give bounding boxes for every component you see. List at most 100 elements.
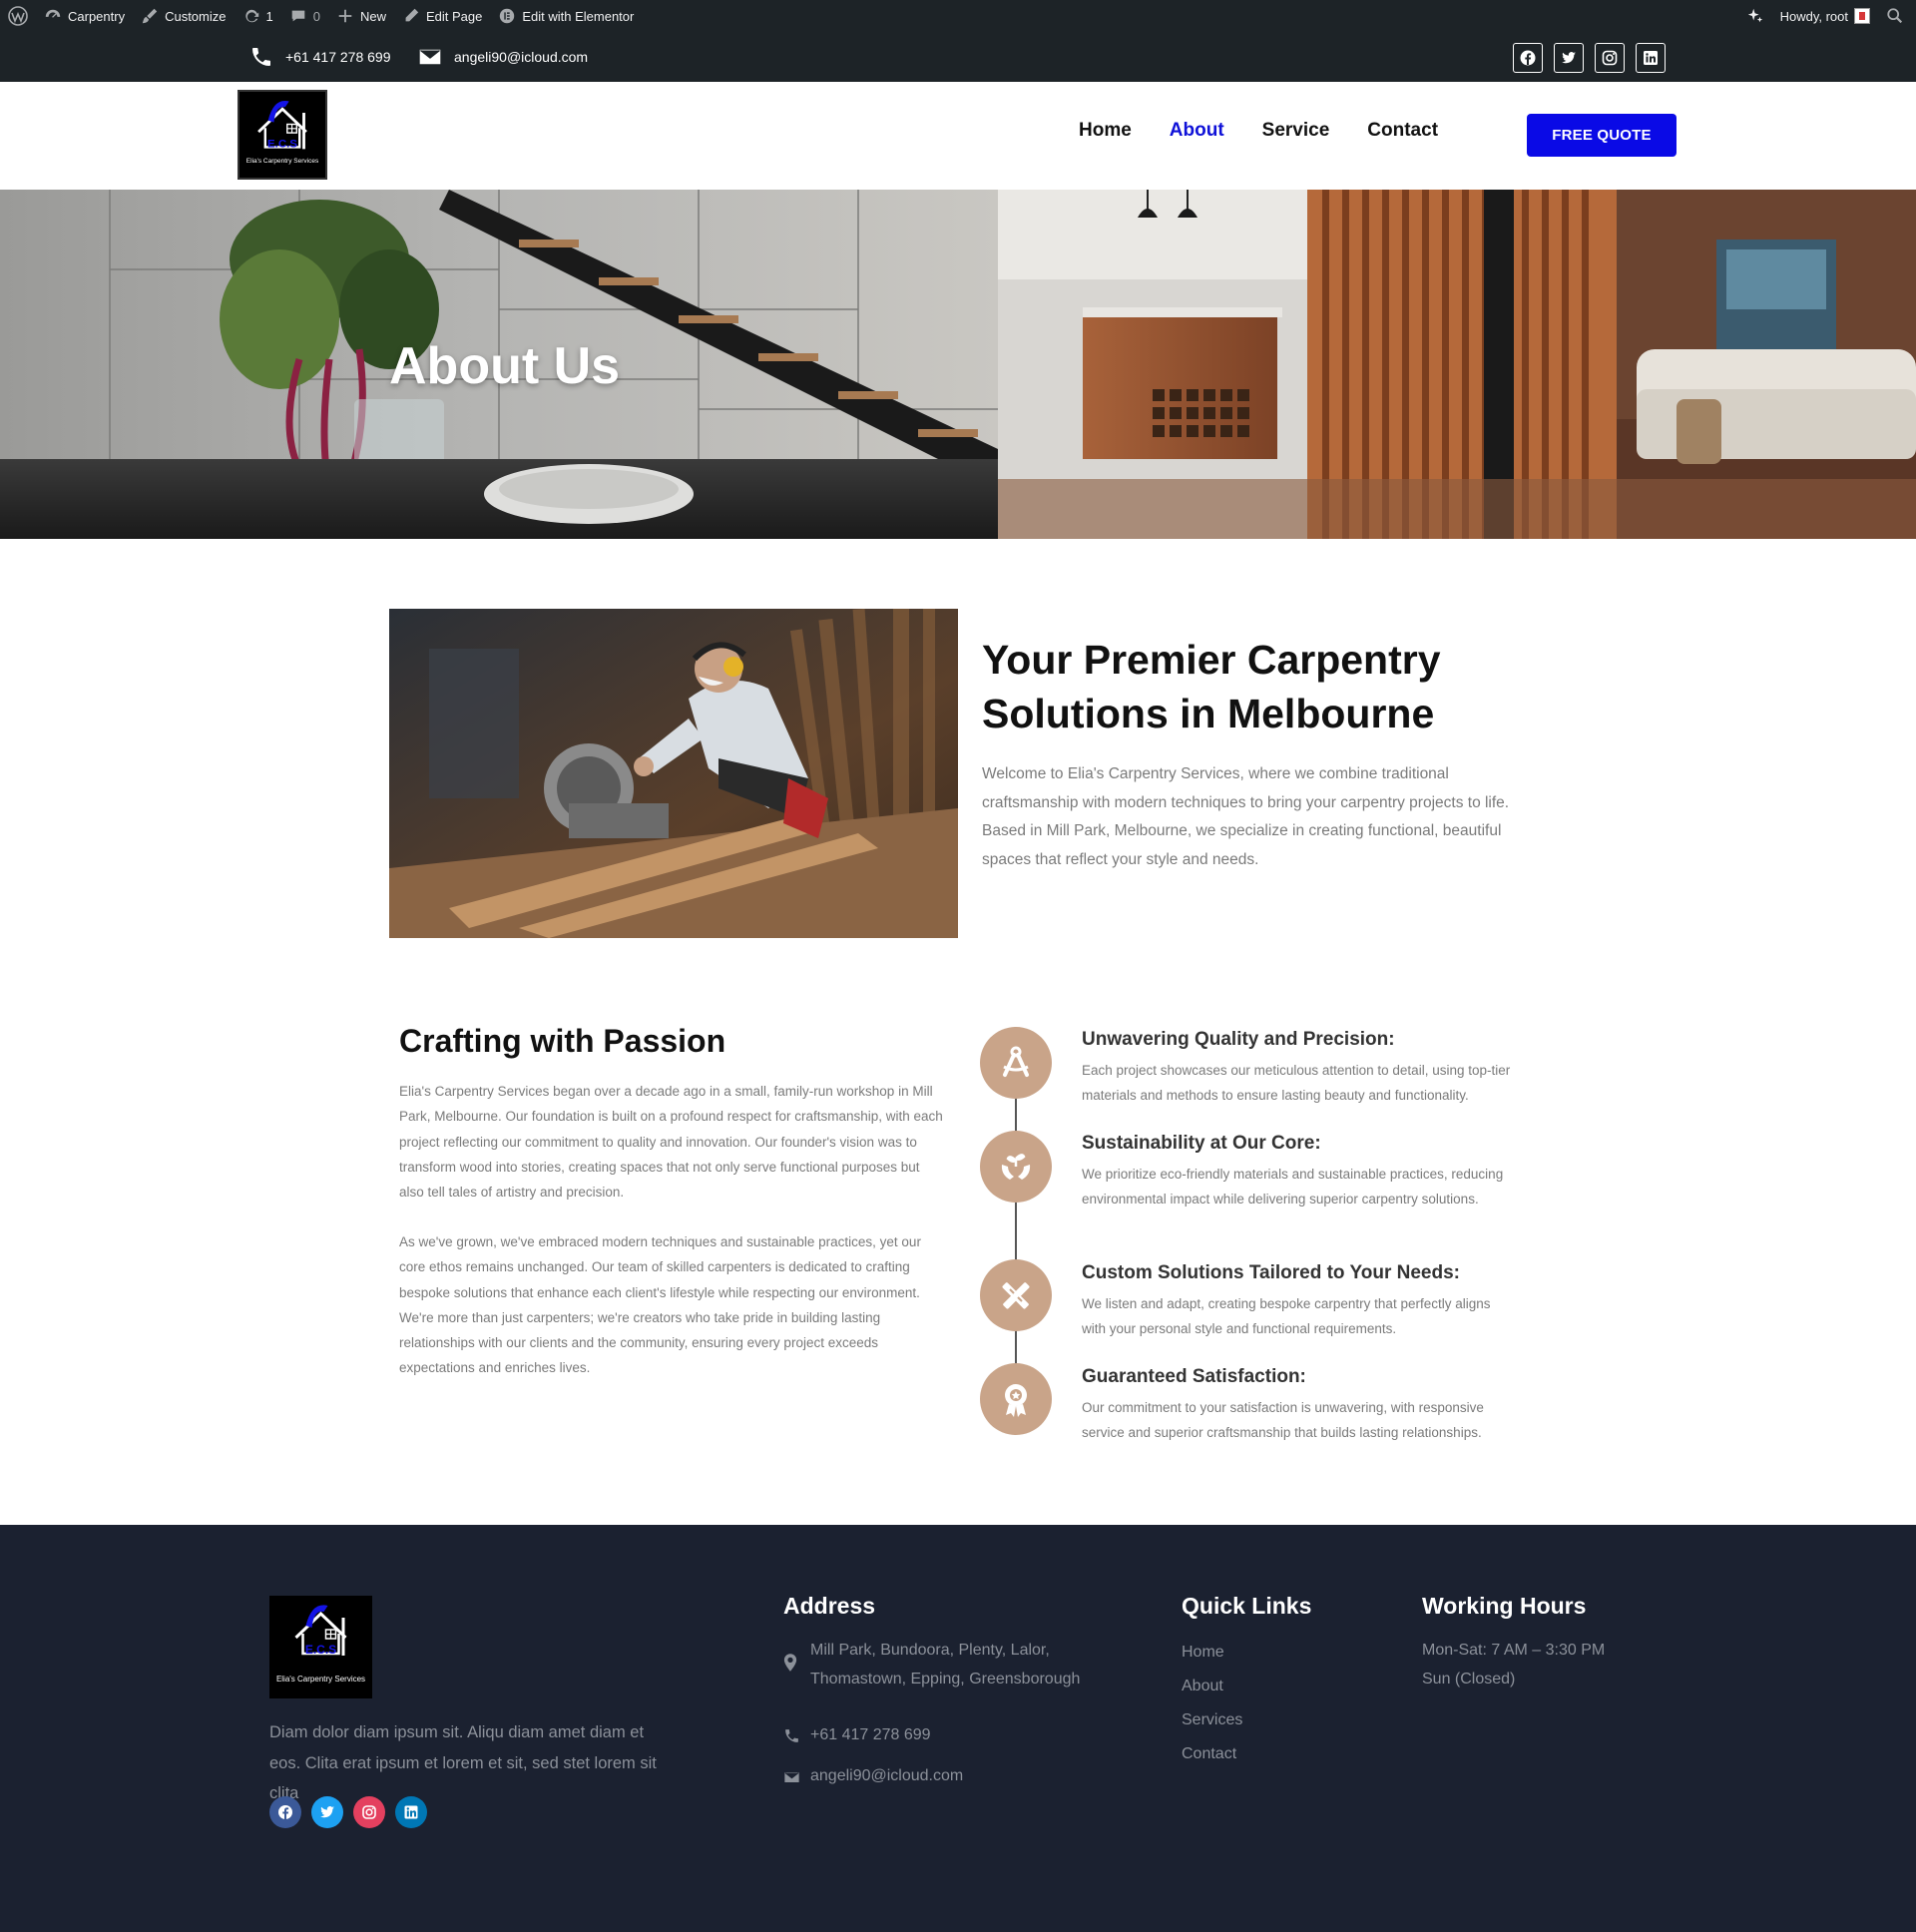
- passion-paragraph-1: Elia's Carpentry Services began over a d…: [399, 1084, 943, 1201]
- hands-seedling-icon: [980, 1131, 1052, 1203]
- footer-link-contact[interactable]: Contact: [1182, 1745, 1236, 1763]
- footer-address-text: Mill Park, Bundoora, Plenty, Lalor, Thom…: [810, 1642, 1081, 1688]
- site-footer: E.C.S Elia's Carpentry Services Diam dol…: [0, 1525, 1916, 1932]
- intro-heading: Your Premier Carpentry Solutions in Melb…: [982, 637, 1441, 736]
- hero-banner: About Us: [0, 190, 1916, 539]
- house-hammer-logo-icon: E.C.S: [294, 1605, 347, 1657]
- topbar-socials: [1513, 43, 1666, 73]
- plus-icon: [338, 9, 352, 23]
- admin-customize[interactable]: Customize: [133, 0, 234, 32]
- elementor-icon: [500, 8, 515, 24]
- footer-logo[interactable]: E.C.S Elia's Carpentry Services: [269, 1596, 372, 1698]
- phone-icon: [785, 1729, 798, 1742]
- phone-icon: [252, 48, 270, 66]
- nav-home[interactable]: Home: [1079, 120, 1132, 142]
- admin-site-name[interactable]: Carpentry: [36, 0, 133, 32]
- admin-account[interactable]: Howdy, root: [1772, 0, 1878, 32]
- nav-contact[interactable]: Contact: [1367, 120, 1438, 142]
- admin-comments[interactable]: 0: [281, 0, 328, 32]
- award-medal-icon: [980, 1363, 1052, 1435]
- dashboard-icon: [45, 9, 61, 18]
- footer-link-home[interactable]: Home: [1182, 1644, 1224, 1662]
- site-header: E.C.S Elia's Carpentry Services Home Abo…: [0, 82, 1916, 190]
- comment-icon: [291, 10, 305, 22]
- passion-heading: Crafting with Passion: [399, 1023, 726, 1059]
- facebook-icon[interactable]: [1513, 43, 1543, 73]
- pencil-icon: [405, 8, 419, 22]
- admin-bar: Carpentry Customize 1 0 New Edit Page Ed…: [0, 0, 1916, 32]
- footer-hours-sunday: Sun (Closed): [1422, 1671, 1516, 1688]
- avatar: [1854, 8, 1870, 24]
- footer-hours-weekday: Mon-Sat: 7 AM – 3:30 PM: [1422, 1642, 1606, 1659]
- site-logo[interactable]: E.C.S Elia's Carpentry Services: [238, 90, 327, 180]
- footer-linkedin-icon[interactable]: [395, 1796, 427, 1828]
- main-nav: Home About Service Contact: [1079, 120, 1438, 142]
- topbar-phone[interactable]: +61 417 278 699: [249, 32, 391, 82]
- admin-edit-elementor[interactable]: Edit with Elementor: [490, 0, 642, 32]
- map-marker-icon: [783, 1654, 797, 1672]
- house-hammer-logo-icon: E.C.S: [257, 101, 307, 150]
- footer-email-text: angeli90@icloud.com: [810, 1767, 964, 1784]
- admin-updates[interactable]: 1: [235, 0, 281, 32]
- feature-title-sustainability: Sustainability at Our Core:: [1082, 1133, 1321, 1154]
- admin-edit-page-label: Edit Page: [425, 8, 483, 24]
- pencil-ruler-icon: [980, 1259, 1052, 1331]
- carpenter-workshop-image: [389, 609, 958, 938]
- footer-phone[interactable]: +61 417 278 699: [783, 1721, 931, 1750]
- topbar-email-text: angeli90@icloud.com: [454, 49, 589, 65]
- feature-text-quality: Each project showcases our meticulous at…: [1082, 1063, 1511, 1104]
- footer-link-about[interactable]: About: [1182, 1678, 1223, 1695]
- admin-new[interactable]: New: [328, 0, 394, 32]
- timeline-line: [1015, 1063, 1017, 1397]
- admin-comments-count: 0: [312, 8, 320, 24]
- free-quote-button[interactable]: FREE QUOTE: [1527, 114, 1676, 157]
- admin-customize-label: Customize: [165, 8, 227, 24]
- feature-text-custom: We listen and adapt, creating bespoke ca…: [1082, 1296, 1491, 1337]
- footer-logo-text: Elia's Carpentry Services: [275, 1675, 366, 1684]
- footer-link-services[interactable]: Services: [1182, 1711, 1242, 1729]
- topbar-email[interactable]: angeli90@icloud.com: [418, 32, 588, 82]
- footer-address: Mill Park, Bundoora, Plenty, Lalor, Thom…: [783, 1637, 1103, 1693]
- instagram-icon[interactable]: [1595, 43, 1625, 73]
- envelope-icon: [783, 1770, 800, 1784]
- passion-paragraph-2: As we've grown, we've embraced modern te…: [399, 1234, 921, 1376]
- footer-twitter-icon[interactable]: [311, 1796, 343, 1828]
- footer-links-heading: Quick Links: [1182, 1593, 1312, 1619]
- footer-hours-heading: Working Hours: [1422, 1593, 1587, 1619]
- admin-edit-page[interactable]: Edit Page: [394, 0, 490, 32]
- footer-description: Diam dolor diam ipsum sit. Aliqu diam am…: [269, 1723, 657, 1802]
- admin-site-label: Carpentry: [68, 8, 126, 24]
- feature-text-satisfaction: Our commitment to your satisfaction is u…: [1082, 1400, 1484, 1441]
- ai-sparkle-icon[interactable]: [1738, 0, 1772, 32]
- footer-email[interactable]: angeli90@icloud.com: [783, 1762, 963, 1791]
- search-icon[interactable]: [1878, 0, 1916, 32]
- envelope-icon: [418, 48, 442, 66]
- footer-address-heading: Address: [783, 1593, 876, 1619]
- footer-logo-initials: E.C.S: [305, 1643, 336, 1657]
- logo-initials: E.C.S: [267, 138, 297, 150]
- logo-text: Elia's Carpentry Services: [245, 158, 319, 165]
- contact-topbar: +61 417 278 699 angeli90@icloud.com: [0, 32, 1916, 82]
- topbar-phone-text: +61 417 278 699: [285, 49, 391, 65]
- intro-paragraph: Welcome to Elia's Carpentry Services, wh…: [982, 765, 1510, 868]
- feature-title-custom: Custom Solutions Tailored to Your Needs:: [1082, 1262, 1460, 1283]
- page-title: About Us: [389, 337, 621, 395]
- nav-service[interactable]: Service: [1262, 120, 1330, 142]
- footer-instagram-icon[interactable]: [353, 1796, 385, 1828]
- drafting-compass-icon: [980, 1027, 1052, 1099]
- interior-hero-image: [0, 190, 1916, 539]
- admin-new-label: New: [359, 8, 386, 24]
- twitter-icon[interactable]: [1554, 43, 1584, 73]
- admin-updates-count: 1: [265, 8, 273, 24]
- feature-title-satisfaction: Guaranteed Satisfaction:: [1082, 1366, 1306, 1387]
- footer-facebook-icon[interactable]: [269, 1796, 301, 1828]
- feature-title-quality: Unwavering Quality and Precision:: [1082, 1029, 1395, 1050]
- wordpress-logo-icon[interactable]: [0, 0, 36, 32]
- linkedin-icon[interactable]: [1636, 43, 1666, 73]
- admin-edit-elementor-label: Edit with Elementor: [522, 8, 635, 24]
- nav-about[interactable]: About: [1170, 120, 1224, 142]
- feature-text-sustainability: We prioritize eco-friendly materials and…: [1082, 1167, 1504, 1208]
- footer-phone-text: +61 417 278 699: [810, 1726, 931, 1743]
- admin-howdy: Howdy, root: [1779, 8, 1848, 24]
- updates-icon: [244, 9, 258, 23]
